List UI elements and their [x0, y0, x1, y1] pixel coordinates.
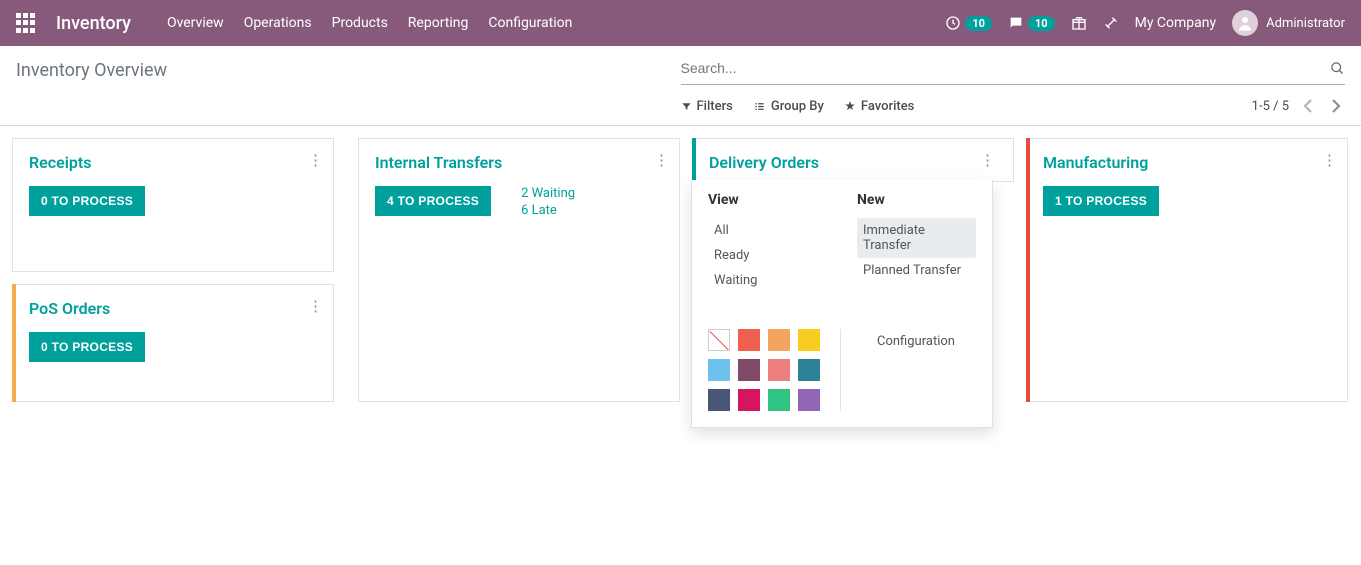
- messages-indicator[interactable]: 10: [1008, 15, 1055, 31]
- color-swatch[interactable]: [798, 329, 820, 351]
- nav-configuration[interactable]: Configuration: [488, 15, 572, 31]
- dd-view-all[interactable]: All: [708, 218, 827, 243]
- card-menu-icon[interactable]: ⋮: [980, 151, 995, 169]
- nav-products[interactable]: Products: [332, 15, 388, 31]
- late-link[interactable]: 6 Late: [521, 203, 575, 218]
- search-input[interactable]: [681, 56, 1331, 80]
- color-swatch[interactable]: [798, 389, 820, 411]
- color-swatch[interactable]: [768, 389, 790, 411]
- control-panel: Inventory Overview Filters Group By Favo…: [0, 46, 1361, 125]
- process-button[interactable]: 1 TO PROCESS: [1043, 186, 1159, 216]
- color-swatch[interactable]: [738, 389, 760, 411]
- color-swatch[interactable]: [738, 329, 760, 351]
- filters-button[interactable]: Filters: [681, 99, 733, 114]
- nav-operations[interactable]: Operations: [244, 15, 312, 31]
- process-button[interactable]: 0 TO PROCESS: [29, 332, 145, 362]
- nav-right: 10 10 My Company Administrator: [945, 10, 1345, 36]
- card-menu-icon[interactable]: ⋮: [1322, 151, 1337, 169]
- pager-prev[interactable]: [1299, 97, 1317, 115]
- list-icon: [753, 101, 766, 112]
- nav-reporting[interactable]: Reporting: [408, 15, 469, 31]
- card-title[interactable]: Internal Transfers: [375, 153, 663, 172]
- tools-icon[interactable]: [1103, 15, 1119, 31]
- pager-range: 1-5 / 5: [1252, 99, 1289, 114]
- clock-icon: [945, 15, 961, 31]
- activity-indicator[interactable]: 10: [945, 15, 992, 31]
- nav-menu: Overview Operations Products Reporting C…: [167, 15, 945, 31]
- gift-icon[interactable]: [1071, 15, 1087, 31]
- card-title[interactable]: Receipts: [29, 153, 317, 172]
- dd-new-immediate[interactable]: Immediate Transfer: [857, 218, 976, 258]
- dd-view-waiting[interactable]: Waiting: [708, 268, 827, 293]
- card-strip: [1026, 138, 1030, 402]
- dd-new-planned[interactable]: Planned Transfer: [857, 258, 976, 283]
- color-swatch[interactable]: [768, 329, 790, 351]
- process-button[interactable]: 0 TO PROCESS: [29, 186, 145, 216]
- kanban-board: Receipts ⋮ 0 TO PROCESS PoS Orders ⋮ 0 T…: [0, 126, 1361, 414]
- navbar: Inventory Overview Operations Products R…: [0, 0, 1361, 46]
- card-menu-icon[interactable]: ⋮: [308, 151, 323, 169]
- color-swatch[interactable]: [708, 389, 730, 411]
- card-dropdown: View All Ready Waiting New Immediate Tra…: [691, 180, 993, 428]
- color-none[interactable]: [708, 329, 730, 351]
- card-title[interactable]: Manufacturing: [1043, 153, 1331, 172]
- user-menu[interactable]: Administrator: [1232, 10, 1345, 36]
- brand[interactable]: Inventory: [56, 13, 131, 34]
- apps-icon[interactable]: [16, 13, 36, 33]
- color-swatch[interactable]: [738, 359, 760, 381]
- filter-icon: [681, 101, 692, 112]
- user-name: Administrator: [1266, 16, 1345, 31]
- process-button[interactable]: 4 TO PROCESS: [375, 186, 491, 216]
- dd-new-heading: New: [857, 192, 976, 208]
- card-title[interactable]: PoS Orders: [29, 299, 317, 318]
- color-picker: [708, 329, 820, 411]
- card-title[interactable]: Delivery Orders: [709, 153, 946, 172]
- card-menu-icon[interactable]: ⋮: [308, 297, 323, 315]
- search-icon[interactable]: [1330, 61, 1345, 76]
- breadcrumb: Inventory Overview: [16, 60, 681, 81]
- card-pos-orders: PoS Orders ⋮ 0 TO PROCESS: [12, 284, 334, 402]
- search-bar: [681, 56, 1346, 85]
- color-swatch[interactable]: [798, 359, 820, 381]
- nav-overview[interactable]: Overview: [167, 15, 224, 31]
- favorites-label: Favorites: [861, 99, 914, 114]
- dd-view-col: View All Ready Waiting: [708, 192, 827, 293]
- status-links: 2 Waiting 6 Late: [521, 186, 575, 220]
- color-swatch[interactable]: [768, 359, 790, 381]
- dd-view-heading: View: [708, 192, 827, 208]
- groupby-label: Group By: [771, 99, 824, 114]
- pager: 1-5 / 5: [1252, 97, 1345, 115]
- avatar-icon: [1232, 10, 1258, 36]
- company-name[interactable]: My Company: [1135, 15, 1217, 31]
- filters-label: Filters: [697, 99, 733, 114]
- chat-icon: [1008, 15, 1024, 31]
- card-internal-transfers: Internal Transfers ⋮ 4 TO PROCESS 2 Wait…: [358, 138, 680, 402]
- waiting-link[interactable]: 2 Waiting: [521, 186, 575, 201]
- groupby-button[interactable]: Group By: [753, 99, 824, 114]
- card-manufacturing: Manufacturing ⋮ 1 TO PROCESS: [1026, 138, 1348, 402]
- card-menu-cell: ⋮: [962, 138, 1014, 182]
- activity-badge: 10: [965, 16, 992, 31]
- card-receipts: Receipts ⋮ 0 TO PROCESS: [12, 138, 334, 272]
- card-menu-icon[interactable]: ⋮: [654, 151, 669, 169]
- favorites-button[interactable]: Favorites: [844, 99, 914, 114]
- star-icon: [844, 100, 856, 112]
- filter-bar: Filters Group By Favorites 1-5 / 5: [681, 97, 1346, 115]
- dd-new-col: New Immediate Transfer Planned Transfer: [857, 192, 976, 293]
- dd-view-ready[interactable]: Ready: [708, 243, 827, 268]
- pager-next[interactable]: [1327, 97, 1345, 115]
- dd-configuration[interactable]: Configuration: [871, 329, 976, 411]
- color-swatch[interactable]: [708, 359, 730, 381]
- messages-badge: 10: [1028, 16, 1055, 31]
- card-strip: [12, 284, 16, 402]
